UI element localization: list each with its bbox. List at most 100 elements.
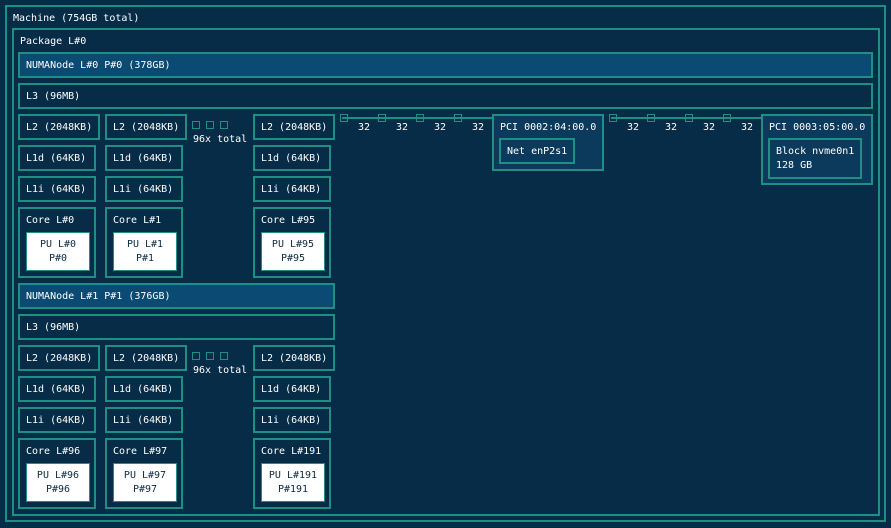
l2-cache: L2 (2048KB) (18, 345, 100, 371)
l1d-cache: L1d (64KB) (105, 145, 183, 171)
bus-port-icon (378, 114, 386, 122)
l2-label: L2 (2048KB) (26, 122, 93, 133)
bus-port-icon (454, 114, 462, 122)
l1i-cache: L1i (64KB) (18, 176, 96, 202)
l1i-cache: L1i (64KB) (253, 176, 331, 202)
core-box: Core L#1 PU L#1 P#1 (105, 207, 183, 278)
l1i-cache: L1i (64KB) (105, 407, 183, 433)
l1i-label: L1i (64KB) (26, 415, 87, 426)
pu-box: PU L#96 P#96 (26, 463, 90, 502)
pu-label: PU L#96 (36, 469, 80, 481)
l2-label: L2 (2048KB) (26, 353, 93, 364)
package-label: Package L#0 (20, 36, 87, 47)
core-box: Core L#97 PU L#97 P#97 (105, 438, 183, 509)
numa-node-1-label: NUMANode L#1 P#1 (376GB) (26, 291, 171, 302)
pu-physical: P#1 (135, 252, 155, 264)
link-speed: 32 (434, 122, 447, 133)
l1d-label: L1d (64KB) (113, 153, 174, 164)
l1d-cache: L1d (64KB) (105, 376, 183, 402)
l1d-cache: L1d (64KB) (253, 376, 331, 402)
block-device[interactable]: Block nvme0n1 128 GB (768, 138, 862, 179)
pci-device-2[interactable]: PCI 0003:05:00.0 Block nvme0n1 128 GB (761, 114, 873, 185)
link-speed: 32 (396, 122, 409, 133)
pu-box: PU L#0 P#0 (26, 232, 90, 271)
l1d-label: L1d (64KB) (113, 384, 174, 395)
block-device-label: Block nvme0n1 (776, 146, 855, 157)
bus-port-icon (609, 114, 617, 122)
ellipsis-square-icon (220, 352, 228, 360)
bus-port-icon (416, 114, 424, 122)
l3-cache-1-label: L3 (96MB) (26, 322, 81, 333)
l2-cache: L2 (2048KB) (253, 114, 335, 140)
l1i-label: L1i (64KB) (113, 184, 174, 195)
numa-node-0: NUMANode L#0 P#0 (378GB) (18, 52, 873, 78)
pu-box: PU L#1 P#1 (113, 232, 177, 271)
pu-label: PU L#191 (268, 469, 318, 481)
core-box: Core L#96 PU L#96 P#96 (18, 438, 96, 509)
total-count: 96x total (193, 365, 248, 376)
l1i-label: L1i (64KB) (261, 415, 322, 426)
l1i-label: L1i (64KB) (261, 184, 322, 195)
l2-cache: L2 (2048KB) (105, 345, 187, 371)
numa-node-1: NUMANode L#1 P#1 (376GB) (18, 283, 335, 309)
link-speed: 32 (358, 122, 371, 133)
pu-label: PU L#0 (39, 238, 77, 250)
core-box: Core L#191 PU L#191 P#191 (253, 438, 331, 509)
l1i-label: L1i (64KB) (113, 415, 174, 426)
l3-cache-1: L3 (96MB) (18, 314, 335, 340)
ellipsis-square-icon (192, 352, 200, 360)
l1d-cache: L1d (64KB) (18, 145, 96, 171)
bus-port-icon (685, 114, 693, 122)
pci-device-1[interactable]: PCI 0002:04:00.0 Net enP2s1 (492, 114, 604, 171)
link-speed: 32 (741, 122, 754, 133)
pu-box: PU L#191 P#191 (261, 463, 325, 502)
pci-device-2-label: PCI 0003:05:00.0 (769, 122, 866, 133)
core-label: Core L#97 (113, 446, 168, 457)
l1i-cache: L1i (64KB) (253, 407, 331, 433)
pu-physical: P#191 (277, 483, 309, 495)
l2-label: L2 (2048KB) (113, 353, 180, 364)
ellipsis-square-icon (220, 121, 228, 129)
numa-node-0-label: NUMANode L#0 P#0 (378GB) (26, 60, 171, 71)
link-speed: 32 (627, 122, 640, 133)
total-count: 96x total (193, 134, 248, 145)
link-speed: 32 (703, 122, 716, 133)
l3-cache-0-label: L3 (96MB) (26, 91, 81, 102)
pu-physical: P#96 (45, 483, 71, 495)
l2-label: L2 (2048KB) (261, 353, 328, 364)
block-device-size: 128 GB (776, 160, 813, 171)
bus-port-icon (647, 114, 655, 122)
l1d-cache: L1d (64KB) (18, 376, 96, 402)
l2-cache: L2 (2048KB) (18, 114, 100, 140)
core-label: Core L#1 (113, 215, 162, 226)
core-label: Core L#0 (26, 215, 75, 226)
l1i-cache: L1i (64KB) (18, 407, 96, 433)
pci-device-1-label: PCI 0002:04:00.0 (500, 122, 597, 133)
l1i-cache: L1i (64KB) (105, 176, 183, 202)
machine-label: Machine (754GB total) (13, 13, 140, 24)
ellipsis-square-icon (206, 352, 214, 360)
l1d-label: L1d (64KB) (261, 384, 322, 395)
core-label: Core L#191 (261, 446, 322, 457)
l1d-label: L1d (64KB) (26, 384, 87, 395)
core-box: Core L#0 PU L#0 P#0 (18, 207, 96, 278)
l2-label: L2 (2048KB) (261, 122, 328, 133)
l1d-cache: L1d (64KB) (253, 145, 331, 171)
pu-physical: P#95 (280, 252, 306, 264)
net-device-label: Net enP2s1 (507, 146, 568, 157)
net-device[interactable]: Net enP2s1 (499, 138, 575, 164)
core-label: Core L#96 (26, 446, 81, 457)
link-speed: 32 (472, 122, 485, 133)
l2-cache: L2 (2048KB) (253, 345, 335, 371)
link-speed: 32 (665, 122, 678, 133)
bus-port-icon (723, 114, 731, 122)
l1i-label: L1i (64KB) (26, 184, 87, 195)
pu-label: PU L#95 (271, 238, 315, 250)
l2-cache: L2 (2048KB) (105, 114, 187, 140)
bus-port-icon (340, 114, 348, 122)
pu-label: PU L#1 (126, 238, 164, 250)
l1d-label: L1d (64KB) (26, 153, 87, 164)
core-box: Core L#95 PU L#95 P#95 (253, 207, 331, 278)
pu-box: PU L#95 P#95 (261, 232, 325, 271)
pu-physical: P#97 (132, 483, 158, 495)
